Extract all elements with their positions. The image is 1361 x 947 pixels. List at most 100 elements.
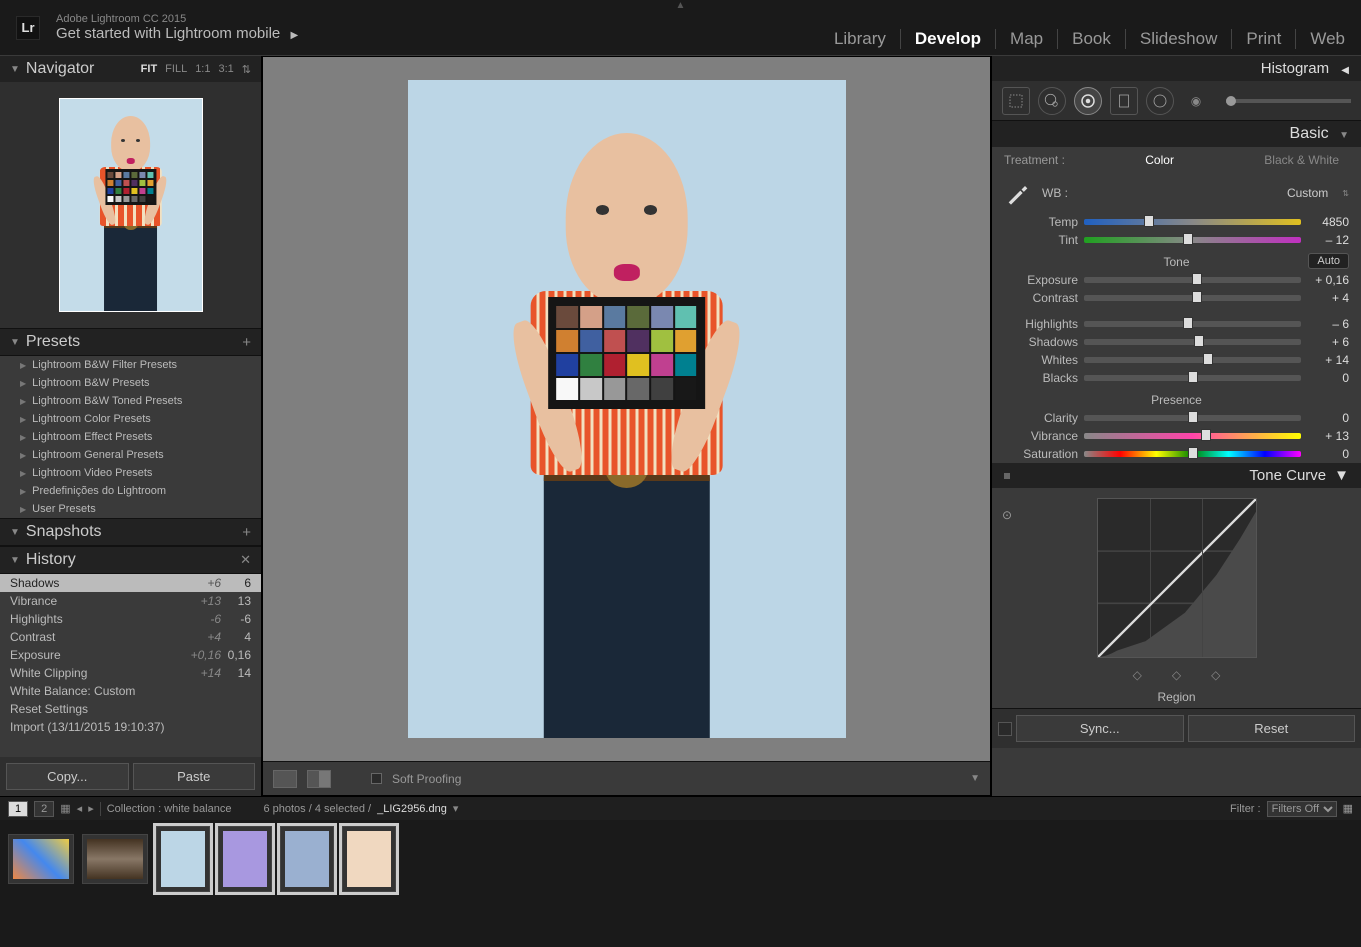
treatment-color[interactable]: Color	[1135, 153, 1184, 167]
filter-lock-icon[interactable]: ▦	[1343, 802, 1353, 815]
point-curve-icon[interactable]: ⊙	[1002, 508, 1012, 522]
thumbnail-2[interactable]	[82, 834, 148, 884]
basic-header[interactable]: Basic ▼	[992, 121, 1361, 147]
reset-button[interactable]: Reset	[1188, 715, 1356, 742]
history-item[interactable]: Reset Settings	[0, 700, 261, 718]
presets-header[interactable]: ▼ Presets +	[0, 328, 261, 356]
clear-history-icon[interactable]: ✕	[240, 552, 251, 568]
module-library[interactable]: Library	[820, 29, 901, 49]
crop-tool-icon[interactable]	[1002, 87, 1030, 115]
sync-button[interactable]: Sync...	[1016, 715, 1184, 742]
thumbnail-1[interactable]	[8, 834, 74, 884]
preset-folder[interactable]: ▶Lightroom Color Presets	[0, 410, 261, 428]
treatment-bw[interactable]: Black & White	[1254, 153, 1349, 167]
zoom-fit[interactable]: FIT	[141, 63, 158, 76]
collapse-header-icon[interactable]: ▲	[676, 0, 686, 11]
nav-forward-icon[interactable]: ▸	[88, 802, 94, 815]
curve-point-3[interactable]: ◇	[1211, 668, 1220, 682]
graduated-filter-tool-icon[interactable]	[1110, 87, 1138, 115]
history-item[interactable]: White Balance: Custom	[0, 682, 261, 700]
grid-icon[interactable]: ▦	[60, 802, 70, 815]
zoom-3-1[interactable]: 3:1	[218, 63, 233, 76]
module-print[interactable]: Print	[1232, 29, 1296, 49]
preset-folder[interactable]: ▶Lightroom General Presets	[0, 446, 261, 464]
redeye-tool-icon[interactable]	[1074, 87, 1102, 115]
before-after-button[interactable]	[307, 770, 331, 788]
preset-folder[interactable]: ▶Lightroom B&W Toned Presets	[0, 392, 261, 410]
tone-curve-header[interactable]: Tone Curve ▼	[992, 463, 1361, 488]
shadows-slider[interactable]	[1084, 339, 1301, 345]
history-item[interactable]: Vibrance+1313	[0, 592, 261, 610]
module-develop[interactable]: Develop	[901, 29, 996, 49]
vibrance-value[interactable]: + 13	[1307, 429, 1349, 443]
history-item[interactable]: Import (13/11/2015 19:10:37)	[0, 718, 261, 736]
main-image[interactable]	[408, 80, 846, 738]
add-preset-icon[interactable]: +	[242, 334, 251, 351]
preset-folder[interactable]: ▶Lightroom B&W Presets	[0, 374, 261, 392]
tool-size-slider[interactable]	[1226, 99, 1351, 103]
whites-slider[interactable]	[1084, 357, 1301, 363]
toolbar-menu-icon[interactable]: ▼	[970, 773, 980, 784]
tint-value[interactable]: – 12	[1307, 233, 1349, 247]
auto-tone-button[interactable]: Auto	[1308, 253, 1349, 269]
preset-folder[interactable]: ▶User Presets	[0, 500, 261, 518]
vibrance-slider[interactable]	[1084, 433, 1301, 439]
navigator-header[interactable]: ▼ Navigator FIT FILL 1:1 3:1 ⇅	[0, 56, 261, 82]
module-slideshow[interactable]: Slideshow	[1126, 29, 1233, 49]
history-item[interactable]: Shadows+66	[0, 574, 261, 592]
module-map[interactable]: Map	[996, 29, 1058, 49]
curve-point-1[interactable]: ◇	[1133, 668, 1142, 682]
soft-proof-checkbox[interactable]	[371, 773, 382, 784]
curve-point-2[interactable]: ◇	[1172, 668, 1181, 682]
snapshots-header[interactable]: ▼ Snapshots +	[0, 518, 261, 546]
histogram-header[interactable]: Histogram ◀	[992, 56, 1361, 81]
preset-folder[interactable]: ▶Lightroom Effect Presets	[0, 428, 261, 446]
radial-filter-tool-icon[interactable]	[1146, 87, 1174, 115]
panel-switch-icon[interactable]	[1004, 473, 1010, 479]
copy-button[interactable]: Copy...	[6, 763, 129, 790]
thumbnail-4[interactable]	[218, 826, 272, 892]
wb-eyedropper-icon[interactable]	[1004, 179, 1032, 207]
highlights-value[interactable]: – 6	[1307, 317, 1349, 331]
module-web[interactable]: Web	[1296, 29, 1345, 49]
tint-slider[interactable]	[1084, 237, 1301, 243]
saturation-value[interactable]: 0	[1307, 447, 1349, 461]
exposure-value[interactable]: + 0,16	[1307, 273, 1349, 287]
screen-1-button[interactable]: 1	[8, 801, 28, 817]
filename[interactable]: _LIG2956.dng	[377, 803, 447, 815]
preset-folder[interactable]: ▶Lightroom Video Presets	[0, 464, 261, 482]
blacks-value[interactable]: 0	[1307, 371, 1349, 385]
temp-slider[interactable]	[1084, 219, 1301, 225]
contrast-slider[interactable]	[1084, 295, 1301, 301]
identity-plate[interactable]: Get started with Lightroom mobile ▶	[56, 25, 298, 42]
preset-folder[interactable]: ▶Predefinições do Lightroom	[0, 482, 261, 500]
tone-curve-graph[interactable]	[1097, 498, 1257, 658]
contrast-value[interactable]: + 4	[1307, 291, 1349, 305]
thumbnail-3[interactable]	[156, 826, 210, 892]
filename-menu-icon[interactable]: ▾	[453, 802, 459, 815]
whites-value[interactable]: + 14	[1307, 353, 1349, 367]
zoom-stepper-icon[interactable]: ⇅	[242, 63, 251, 76]
zoom-1-1[interactable]: 1:1	[195, 63, 210, 76]
history-header[interactable]: ▼ History ✕	[0, 546, 261, 574]
filter-dropdown[interactable]: Filters Off	[1267, 801, 1337, 817]
module-book[interactable]: Book	[1058, 29, 1126, 49]
paste-button[interactable]: Paste	[133, 763, 256, 790]
history-item[interactable]: White Clipping+1414	[0, 664, 261, 682]
zoom-fill[interactable]: FILL	[165, 63, 187, 76]
nav-back-icon[interactable]: ◂	[77, 802, 83, 815]
blacks-slider[interactable]	[1084, 375, 1301, 381]
exposure-slider[interactable]	[1084, 277, 1301, 283]
add-snapshot-icon[interactable]: +	[242, 524, 251, 541]
wb-dropdown[interactable]: Custom	[1287, 186, 1328, 200]
sync-switch-icon[interactable]	[998, 722, 1012, 736]
history-item[interactable]: Highlights-6-6	[0, 610, 261, 628]
collection-label[interactable]: Collection : white balance	[107, 803, 232, 815]
saturation-slider[interactable]	[1084, 451, 1301, 457]
thumbnail-6[interactable]	[342, 826, 396, 892]
highlights-slider[interactable]	[1084, 321, 1301, 327]
navigator-preview[interactable]	[0, 82, 261, 328]
history-item[interactable]: Exposure+0,160,16	[0, 646, 261, 664]
preset-folder[interactable]: ▶Lightroom B&W Filter Presets	[0, 356, 261, 374]
temp-value[interactable]: 4850	[1307, 215, 1349, 229]
